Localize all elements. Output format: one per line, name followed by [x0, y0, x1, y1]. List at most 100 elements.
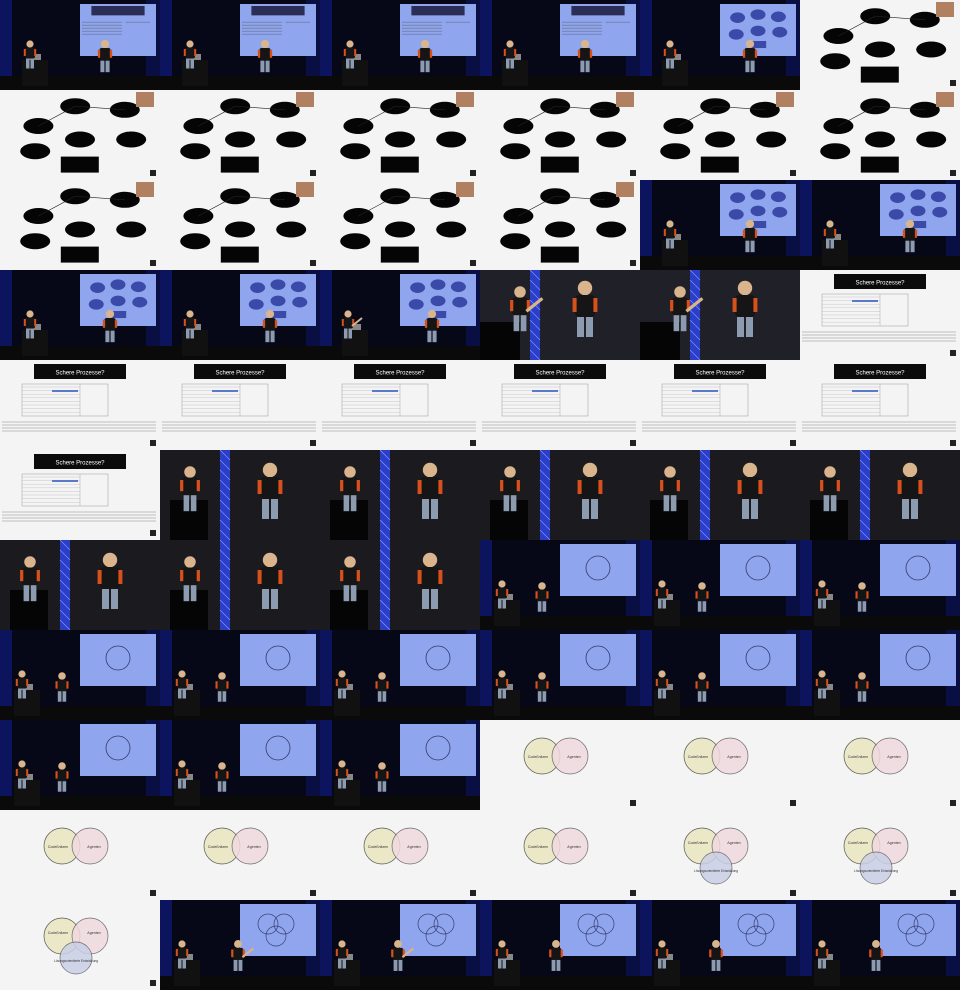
svg-text:Agenten: Agenten	[407, 845, 420, 849]
projection-screen	[400, 724, 476, 776]
frame-thumbnail-stage_circle1	[640, 630, 800, 720]
frame-thumbnail-slide_table: Schere Prozesse?	[320, 360, 480, 450]
frame-thumbnail-stage_venn3_point	[160, 900, 320, 990]
frame-thumbnail-slide_ovals	[800, 0, 960, 90]
frame-thumbnail-stage_ovals	[160, 270, 320, 360]
frame-thumbnail-stage_ovals	[0, 270, 160, 360]
svg-text:Agenten: Agenten	[567, 755, 580, 759]
svg-text:Schere Prozesse?: Schere Prozesse?	[215, 371, 265, 377]
frame-thumbnail-closeup_truss_point	[480, 270, 640, 360]
frame-thumbnail-slide_ovals	[320, 90, 480, 180]
frame-thumbnail-slide_ovals	[160, 180, 320, 270]
frame-thumbnail-stage_venn3_point	[320, 900, 480, 990]
frame-thumbnail-stage_ovals	[640, 180, 800, 270]
frame-thumbnail-stage_ovals	[800, 180, 960, 270]
projection-screen	[400, 634, 476, 686]
frame-thumbnail-stage_circle1	[320, 630, 480, 720]
frame-thumbnail-slide_ovals	[800, 90, 960, 180]
frame-thumbnail-slide_venn2: Codeßnitzen Agenten	[480, 810, 640, 900]
frame-thumbnail-slide_table: Schere Prozesse?	[160, 360, 320, 450]
projection-screen	[560, 904, 636, 956]
svg-text:Codeßnitzen: Codeßnitzen	[528, 845, 548, 849]
frame-thumbnail-slide_ovals	[0, 180, 160, 270]
frame-thumbnail-slide_venn2: Codeßnitzen Agenten	[640, 720, 800, 810]
frame-thumbnail-closeup_truss	[320, 450, 480, 540]
projection-screen	[240, 904, 316, 956]
svg-text:Schere Prozesse?: Schere Prozesse?	[855, 371, 905, 377]
svg-text:Schere Prozesse?: Schere Prozesse?	[535, 371, 585, 377]
svg-text:Codeßnitzen: Codeßnitzen	[848, 841, 868, 845]
svg-text:Schere Prozesse?: Schere Prozesse?	[55, 461, 105, 467]
svg-text:Agenten: Agenten	[887, 755, 900, 759]
frame-thumbnail-slide_table: Schere Prozesse?	[800, 270, 960, 360]
frame-thumbnail-slide_ovals	[0, 90, 160, 180]
projection-screen	[80, 724, 156, 776]
svg-text:Agenten: Agenten	[87, 845, 100, 849]
svg-text:Codeßnitzen: Codeßnitzen	[368, 845, 388, 849]
frame-thumbnail-closeup_truss	[640, 450, 800, 540]
projection-screen	[400, 904, 476, 956]
frame-thumbnail-slide_table: Schere Prozesse?	[0, 360, 160, 450]
projection-screen	[80, 634, 156, 686]
projection-screen	[720, 544, 796, 596]
frame-thumbnail-closeup_truss	[800, 450, 960, 540]
frame-thumbnail-closeup_truss	[160, 450, 320, 540]
frame-thumbnail-stage_circle1	[320, 720, 480, 810]
frame-contact-sheet: Schere Prozesse? Schere Prozesse? Schere P…	[0, 0, 960, 990]
frame-thumbnail-slide_venn2: Codeßnitzen Agenten	[160, 810, 320, 900]
frame-thumbnail-slide_venn2: Codeßnitzen Agenten	[800, 720, 960, 810]
svg-text:Lösungsorientierte Entwicklung: Lösungsorientierte Entwicklung	[54, 959, 98, 963]
svg-text:Codeßnitzen: Codeßnitzen	[208, 845, 228, 849]
svg-text:Agenten: Agenten	[887, 841, 900, 845]
svg-text:Codeßnitzen: Codeßnitzen	[848, 755, 868, 759]
svg-text:Codeßnitzen: Codeßnitzen	[48, 931, 68, 935]
projection-screen	[720, 634, 796, 686]
frame-thumbnail-slide_venn2: Codeßnitzen Agenten	[320, 810, 480, 900]
frame-thumbnail-stage_circle1	[640, 540, 800, 630]
frame-thumbnail-stage_table	[160, 0, 320, 90]
frame-thumbnail-stage_table	[0, 0, 160, 90]
frame-thumbnail-stage_circle1	[160, 720, 320, 810]
svg-text:Codeßnitzen: Codeßnitzen	[528, 755, 548, 759]
frame-thumbnail-slide_table: Schere Prozesse?	[0, 450, 160, 540]
frame-thumbnail-slide_ovals	[480, 90, 640, 180]
frame-thumbnail-closeup_truss	[320, 540, 480, 630]
svg-text:Schere Prozesse?: Schere Prozesse?	[695, 371, 745, 377]
projection-screen	[880, 544, 956, 596]
frame-thumbnail-slide_ovals	[160, 90, 320, 180]
frame-thumbnail-stage_circle1	[0, 630, 160, 720]
projection-screen	[240, 724, 316, 776]
frame-thumbnail-stage_table	[480, 0, 640, 90]
projection-screen	[880, 904, 956, 956]
frame-thumbnail-slide_ovals	[480, 180, 640, 270]
svg-text:Agenten: Agenten	[87, 931, 100, 935]
frame-thumbnail-stage_table	[320, 0, 480, 90]
frame-thumbnail-stage_circle1	[800, 630, 960, 720]
frame-thumbnail-stage_venn3	[480, 900, 640, 990]
svg-text:Codeßnitzen: Codeßnitzen	[688, 841, 708, 845]
svg-text:Agenten: Agenten	[727, 755, 740, 759]
frame-thumbnail-closeup_truss	[160, 540, 320, 630]
frame-thumbnail-closeup_truss	[480, 450, 640, 540]
frame-thumbnail-stage_ovals	[640, 0, 800, 90]
frame-thumbnail-slide_venn3: Codeßnitzen Agenten Lösungsorientierte Ent…	[640, 810, 800, 900]
frame-thumbnail-stage_circle1	[0, 720, 160, 810]
frame-thumbnail-slide_ovals	[320, 180, 480, 270]
svg-text:Lösungsorientierte Entwicklung: Lösungsorientierte Entwicklung	[694, 869, 738, 873]
svg-text:Schere Prozesse?: Schere Prozesse?	[855, 281, 905, 287]
projection-screen	[720, 904, 796, 956]
frame-thumbnail-slide_table: Schere Prozesse?	[640, 360, 800, 450]
frame-thumbnail-stage_venn3	[640, 900, 800, 990]
svg-text:Schere Prozesse?: Schere Prozesse?	[55, 371, 105, 377]
frame-thumbnail-stage_circle1	[480, 630, 640, 720]
projection-screen	[880, 634, 956, 686]
svg-text:Agenten: Agenten	[727, 841, 740, 845]
frame-thumbnail-slide_table: Schere Prozesse?	[480, 360, 640, 450]
frame-thumbnail-slide_ovals	[640, 90, 800, 180]
frame-thumbnail-closeup_truss_point	[640, 270, 800, 360]
frame-thumbnail-slide_venn3: Codeßnitzen Agenten Lösungsorientierte Ent…	[800, 810, 960, 900]
frame-thumbnail-stage_circle1	[800, 540, 960, 630]
svg-text:Agenten: Agenten	[567, 845, 580, 849]
frame-thumbnail-slide_venn3: Codeßnitzen Agenten Lösungsorientierte Ent…	[0, 900, 160, 990]
svg-text:Codeßnitzen: Codeßnitzen	[48, 845, 68, 849]
